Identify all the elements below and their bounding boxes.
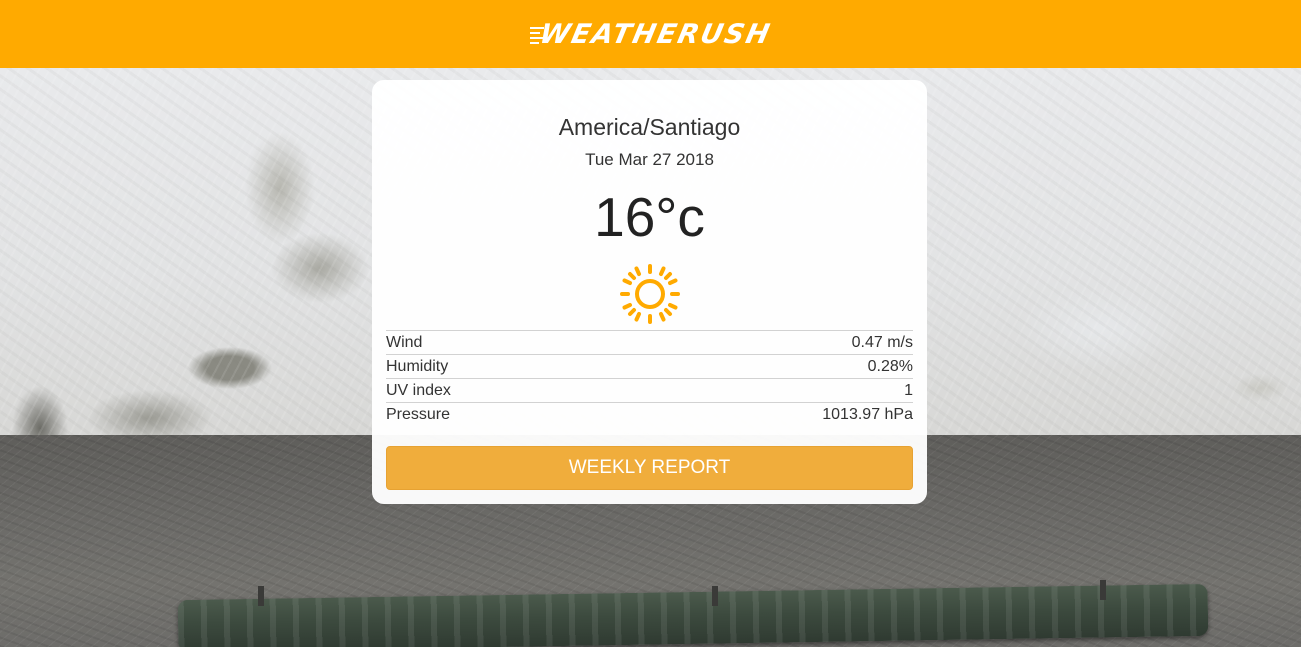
- logo-text: WEATHERUSH: [536, 18, 775, 50]
- bench-leg: [712, 586, 718, 606]
- weather-card: America/Santiago Tue Mar 27 2018 16°c Wi…: [372, 80, 927, 504]
- stat-row-uv-index: UV index 1: [386, 378, 913, 402]
- current-date: Tue Mar 27 2018: [585, 150, 714, 169]
- stat-value: 1013.97 hPa: [822, 406, 913, 423]
- stat-label: Wind: [386, 334, 423, 351]
- weekly-report-button[interactable]: WEEKLY REPORT: [386, 446, 913, 490]
- stat-value: 1: [904, 382, 913, 399]
- city-name: America/Santiago: [558, 114, 741, 140]
- weather-stats-table: Wind 0.47 m/s Humidity 0.28% UV index 1 …: [386, 330, 913, 426]
- stat-value: 0.28%: [867, 358, 913, 375]
- stat-value: 0.47 m/s: [851, 334, 913, 351]
- stat-label: UV index: [386, 382, 451, 399]
- app-logo[interactable]: WEATHERUSH: [530, 18, 775, 50]
- app-header: WEATHERUSH: [0, 0, 1301, 68]
- page: WEATHERUSH America/Santiago Tue Mar 27 2…: [0, 0, 1301, 647]
- bench-leg: [1100, 580, 1106, 600]
- stat-label: Pressure: [386, 406, 451, 423]
- stat-label: Humidity: [386, 358, 449, 375]
- bench-leg: [258, 586, 264, 606]
- sun-icon: [620, 264, 680, 324]
- stat-row-pressure: Pressure 1013.97 hPa: [386, 402, 913, 426]
- stat-row-wind: Wind 0.47 m/s: [386, 330, 913, 354]
- stat-row-humidity: Humidity 0.28%: [386, 354, 913, 378]
- temperature: 16°c: [594, 186, 705, 248]
